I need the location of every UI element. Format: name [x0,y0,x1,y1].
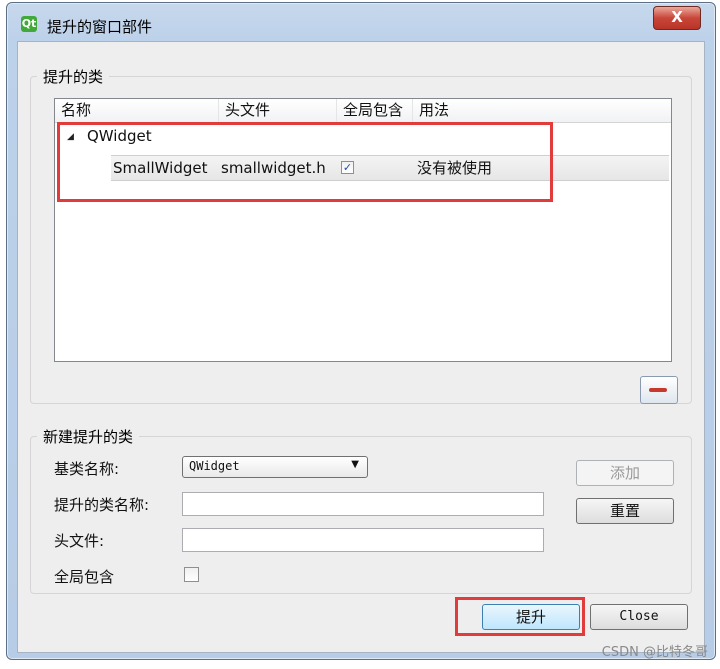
dropdown-arrow-icon: ▼ [351,459,359,470]
tree-highlight-box [57,122,553,202]
tree-header: 名称 头文件 全局包含 用法 [55,99,671,123]
close-window-button[interactable]: X [653,6,701,30]
header-file-label: 头文件: [54,532,105,550]
promoted-classes-legend: 提升的类 [43,68,104,86]
base-class-value: QWidget [189,459,240,473]
base-class-label: 基类名称: [54,460,120,478]
promoted-class-name-input[interactable] [182,492,544,516]
base-class-combobox[interactable]: QWidget ▼ [182,456,368,478]
promote-highlight-box [455,597,585,636]
column-header-header-file[interactable]: 头文件 [219,99,337,122]
qt-app-icon: Qt [21,16,37,32]
column-header-global-include[interactable]: 全局包含 [337,99,413,122]
reset-button[interactable]: 重置 [576,498,674,524]
global-include-label: 全局包含 [54,568,115,586]
column-header-name[interactable]: 名称 [55,99,219,122]
add-button[interactable]: 添加 [576,460,674,486]
window-title: 提升的窗口部件 [47,18,153,36]
dialog-window: Qt 提升的窗口部件 X 提升的类 名称 头文件 全局包含 用法 ◢ QWidg… [6,2,716,660]
promoted-class-name-label: 提升的类名称: [54,496,150,514]
title-bar: Qt 提升的窗口部件 X [7,3,715,39]
close-button[interactable]: Close [590,604,688,630]
new-promoted-class-legend: 新建提升的类 [43,428,134,446]
watermark: CSDN @比特冬哥 [601,645,708,660]
remove-class-button[interactable] [640,376,678,404]
minus-icon [649,388,667,392]
header-file-input[interactable] [182,528,544,552]
column-header-usage[interactable]: 用法 [413,99,671,122]
global-include-checkbox[interactable] [184,567,199,582]
